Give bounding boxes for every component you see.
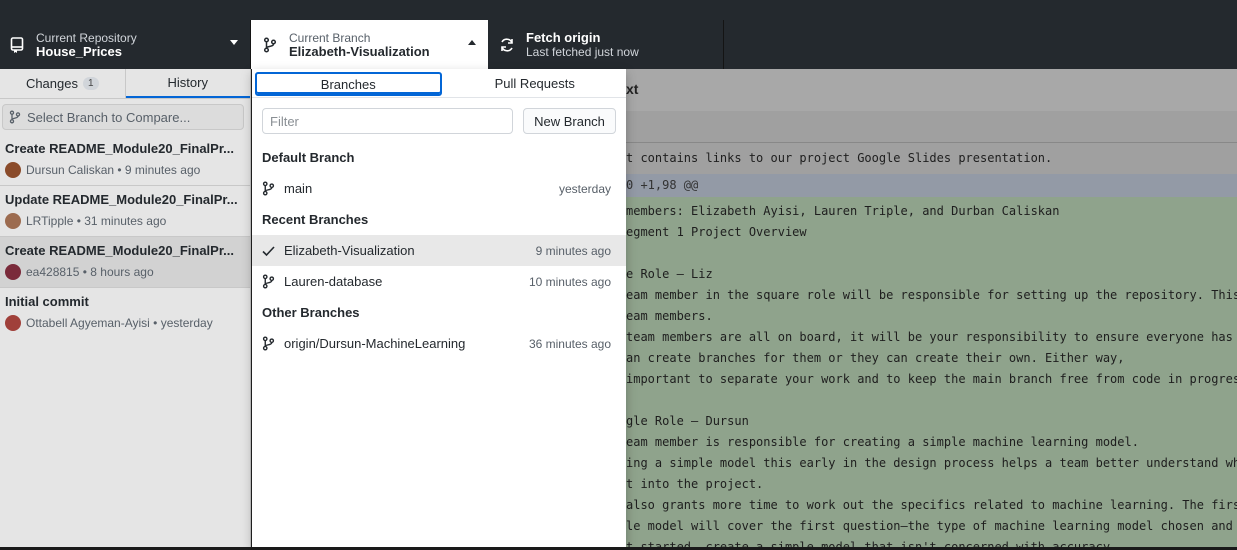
sync-icon <box>498 36 516 54</box>
branch-icon <box>261 36 279 54</box>
fetch-origin-button[interactable]: Fetch origin Last fetched just now <box>488 20 724 69</box>
group-default-branch: Default Branch <box>262 150 355 165</box>
branch-item-lauren-database[interactable]: Lauren-database 10 minutes ago <box>252 266 626 297</box>
commit-title: Create README_Module20_FinalPr... <box>5 141 235 156</box>
branch-time: yesterday <box>558 181 611 196</box>
diff-line: important to separate your work and to k… <box>626 372 1237 386</box>
branch-name: Lauren-database <box>284 274 383 289</box>
branch-item-main[interactable]: main yesterday <box>252 173 626 204</box>
branch-item-elizabeth-visualization[interactable]: Elizabeth-Visualization 9 minutes ago <box>252 235 626 266</box>
window-titlebar <box>0 0 1237 20</box>
diff-line: eam member in the square role will be re… <box>626 288 1237 302</box>
branch-name: origin/Dursun-MachineLearning <box>284 336 466 351</box>
tab-pull-requests[interactable]: Pull Requests <box>444 69 627 97</box>
branch-label: Current Branch <box>289 30 371 45</box>
avatar <box>5 213 21 229</box>
diff-line: also grants more time to work out the sp… <box>626 498 1237 512</box>
branch-dropdown: Branches Pull Requests Filter New Branch… <box>252 69 626 547</box>
commit-item[interactable]: Create README_Module20_FinalPr... Dursun… <box>0 135 250 186</box>
group-recent-branches: Recent Branches <box>262 212 369 227</box>
sidebar-tabs: Changes 1 History <box>0 69 250 99</box>
branch-icon <box>262 336 276 351</box>
group-other-branches: Other Branches <box>262 305 360 320</box>
diff-file-header: xt <box>626 69 1237 111</box>
branch-icon <box>262 181 276 196</box>
tab-changes[interactable]: Changes 1 <box>0 69 126 98</box>
diff-line: members: Elizabeth Ayisi, Lauren Triple,… <box>626 204 1060 218</box>
diff-line: t started, create a simple model that is… <box>626 540 1118 547</box>
branch-name: Elizabeth-Visualization <box>284 243 415 258</box>
branch-name: main <box>284 181 313 196</box>
tab-branches[interactable]: Branches <box>255 72 442 96</box>
fetch-title: Fetch origin <box>526 29 601 45</box>
diff-line: team members are all on board, it will b… <box>626 330 1237 344</box>
diff-line: le model will cover the first question—t… <box>626 519 1237 533</box>
fetch-subtitle: Last fetched just now <box>526 44 639 59</box>
repo-label: Current Repository <box>36 30 137 45</box>
commit-item[interactable]: Create README_Module20_FinalPr... ea4288… <box>0 237 250 288</box>
commit-title: Create README_Module20_FinalPr... <box>5 243 235 258</box>
diff-subheader <box>626 111 1237 143</box>
avatar <box>5 264 21 280</box>
branch-time: 9 minutes ago <box>535 243 611 258</box>
dropdown-tabs: Branches Pull Requests <box>252 69 626 98</box>
diff-line <box>626 243 1237 264</box>
tab-changes-label: Changes <box>25 76 78 91</box>
branch-item-origin-dursun-machinelearning[interactable]: origin/Dursun-MachineLearning 36 minutes… <box>252 328 626 359</box>
commit-meta: Ottabell Agyeman-Ayisi • yesterday <box>26 316 213 330</box>
commit-title: Update README_Module20_FinalPr... <box>5 192 238 207</box>
commit-item[interactable]: Initial commit Ottabell Agyeman-Ayisi • … <box>0 288 250 339</box>
left-pane: Changes 1 History Select Branch to Compa… <box>0 69 251 547</box>
compare-placeholder: Select Branch to Compare... <box>27 109 191 125</box>
toolbar: Current Repository House_Prices Current … <box>0 20 1237 69</box>
avatar <box>5 315 21 331</box>
new-branch-button[interactable]: New Branch <box>523 108 616 134</box>
avatar <box>5 162 21 178</box>
branch-name: Elizabeth-Visualization <box>289 43 430 59</box>
commit-meta: ea428815 • 8 hours ago <box>26 265 154 279</box>
diff-line: t into the project. <box>626 477 764 491</box>
branch-icon <box>9 110 21 124</box>
branch-icon <box>262 274 276 289</box>
tab-history[interactable]: History <box>125 69 250 98</box>
tab-history-label: History <box>167 75 208 90</box>
diff-added-lines: members: Elizabeth Ayisi, Lauren Triple,… <box>626 197 1237 547</box>
diff-line: egment 1 Project Overview <box>626 225 807 239</box>
diff-line: eam member is responsible for creating a… <box>626 435 1139 449</box>
diff-line: eam members. <box>626 309 713 323</box>
chevron-down-icon <box>230 40 238 45</box>
changes-count-badge: 1 <box>82 77 99 90</box>
diff-pane: xt t contains links to our project Googl… <box>626 69 1237 547</box>
commit-title: Initial commit <box>5 294 89 309</box>
filter-input[interactable]: Filter <box>262 108 513 134</box>
diff-context-line: t contains links to our project Google S… <box>626 143 1237 174</box>
commit-meta: Dursun Caliskan • 9 minutes ago <box>26 163 201 177</box>
branch-time: 10 minutes ago <box>528 274 611 289</box>
repo-icon <box>8 36 26 54</box>
compare-branch-button[interactable]: Select Branch to Compare... <box>2 104 244 130</box>
check-icon <box>262 245 276 257</box>
diff-line: gle Role – Dursun <box>626 414 749 428</box>
diff-line: e Role – Liz <box>626 267 713 281</box>
commit-item[interactable]: Update README_Module20_FinalPr... LRTipp… <box>0 186 250 237</box>
diff-line: ing a simple model this early in the des… <box>626 456 1237 470</box>
repo-name: House_Prices <box>36 43 122 59</box>
current-branch-button[interactable]: Current Branch Elizabeth-Visualization <box>251 20 488 69</box>
diff-line <box>626 390 1237 411</box>
current-repository-button[interactable]: Current Repository House_Prices <box>0 20 251 69</box>
chevron-up-icon <box>468 40 476 45</box>
diff-line: an create branches for them or they can … <box>626 351 1125 365</box>
branch-time: 36 minutes ago <box>528 336 611 351</box>
diff-hunk-header: 0 +1,98 @@ <box>626 174 1237 197</box>
commit-meta: LRTipple • 31 minutes ago <box>26 214 167 228</box>
diff-header-text: xt <box>626 81 639 97</box>
